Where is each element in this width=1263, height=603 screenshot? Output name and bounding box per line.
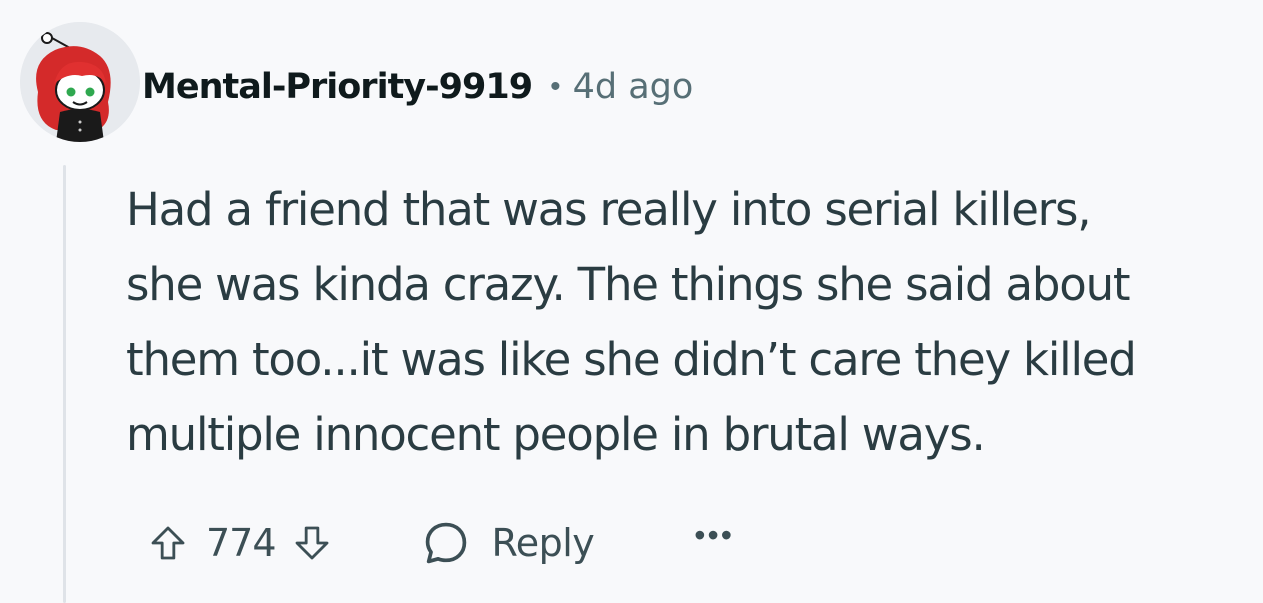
comment-bubble-icon xyxy=(425,522,466,564)
more-options-button[interactable]: ••• xyxy=(694,517,734,554)
upvote-arrow-icon xyxy=(151,526,185,560)
comment-body: Had a friend that was really into serial… xyxy=(126,183,1137,461)
downvote-button[interactable] xyxy=(284,515,340,571)
timestamp[interactable]: 4d ago xyxy=(573,67,694,107)
more-options-icon: ••• xyxy=(694,516,734,553)
user-avatar[interactable] xyxy=(20,22,140,142)
upvote-button[interactable] xyxy=(140,515,196,571)
comment: Mental-Priority-9919 • 4d ago Had a frie… xyxy=(0,0,1263,603)
thread-line[interactable] xyxy=(63,165,66,603)
meta-separator: • xyxy=(550,70,561,103)
vote-score: 774 xyxy=(206,521,277,565)
reply-button[interactable]: Reply xyxy=(420,517,595,569)
snoo-avatar-icon xyxy=(20,22,140,142)
comment-header: Mental-Priority-9919 • 4d ago xyxy=(142,64,693,110)
downvote-arrow-icon xyxy=(295,526,328,560)
author-name[interactable]: Mental-Priority-9919 xyxy=(142,67,533,107)
reply-label: Reply xyxy=(491,521,595,565)
comment-actions: 774 Reply ••• xyxy=(140,508,734,578)
